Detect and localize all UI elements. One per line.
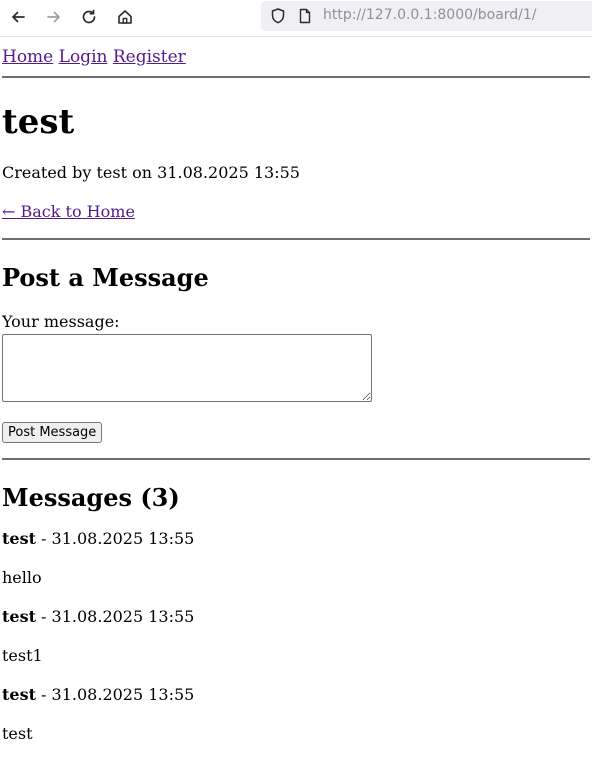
post-message-heading: Post a Message <box>2 263 209 292</box>
page-content: Home Login Register test Created by test… <box>0 45 592 745</box>
home-icon <box>118 10 132 24</box>
message-item: test - 31.08.2025 13:55 test1 <box>2 606 590 667</box>
message-meta: test - 31.08.2025 13:55 <box>2 528 590 550</box>
url-scheme: http:// <box>323 7 366 23</box>
back-to-home-link[interactable]: ← Back to Home <box>2 202 135 221</box>
nav-link-login[interactable]: Login <box>59 47 108 67</box>
post-message-button[interactable]: Post Message <box>2 422 103 443</box>
page-icon[interactable] <box>296 7 314 25</box>
browser-toolbar: http://127.0.0.1:8000/board/1/ <box>0 0 592 37</box>
url-text[interactable]: http://127.0.0.1:8000/board/1/ <box>323 7 537 23</box>
arrow-right-icon <box>47 11 60 23</box>
top-nav: Home Login Register <box>2 45 590 69</box>
message-text: test1 <box>2 646 43 665</box>
message-label: Your message: <box>2 312 120 331</box>
message-item: test - 31.08.2025 13:55 test <box>2 684 590 745</box>
url-bar[interactable]: http://127.0.0.1:8000/board/1/ <box>261 1 592 31</box>
arrow-left-icon <box>12 11 25 23</box>
message-text: test <box>2 724 33 743</box>
message-author: test <box>2 529 36 548</box>
messages-heading: Messages (3) <box>2 483 180 512</box>
nav-link-register[interactable]: Register <box>113 47 186 67</box>
url-host: 127.0.0.1 <box>365 7 433 23</box>
message-text: hello <box>2 568 42 587</box>
home-button[interactable] <box>111 4 139 30</box>
url-path: :8000/board/1/ <box>432 7 537 23</box>
back-button[interactable] <box>4 4 32 30</box>
nav-link-home[interactable]: Home <box>2 47 53 67</box>
board-title: test <box>2 102 75 142</box>
message-textarea[interactable] <box>2 334 372 402</box>
board-created-info: Created by test on 31.08.2025 13:55 <box>2 163 300 182</box>
message-author: test <box>2 607 36 626</box>
message-author: test <box>2 685 36 704</box>
reload-icon <box>82 9 96 24</box>
message-timestamp: - 31.08.2025 13:55 <box>35 607 195 626</box>
message-meta: test - 31.08.2025 13:55 <box>2 684 590 706</box>
message-meta: test - 31.08.2025 13:55 <box>2 606 590 628</box>
message-timestamp: - 31.08.2025 13:55 <box>35 685 195 704</box>
divider <box>2 76 590 78</box>
divider <box>2 458 590 460</box>
forward-button[interactable] <box>40 4 68 30</box>
shield-icon[interactable] <box>269 7 287 25</box>
reload-button[interactable] <box>75 4 103 30</box>
message-list: test - 31.08.2025 13:55 hello test - 31.… <box>2 528 590 745</box>
message-timestamp: - 31.08.2025 13:55 <box>35 529 195 548</box>
divider <box>2 238 590 240</box>
message-item: test - 31.08.2025 13:55 hello <box>2 528 590 589</box>
